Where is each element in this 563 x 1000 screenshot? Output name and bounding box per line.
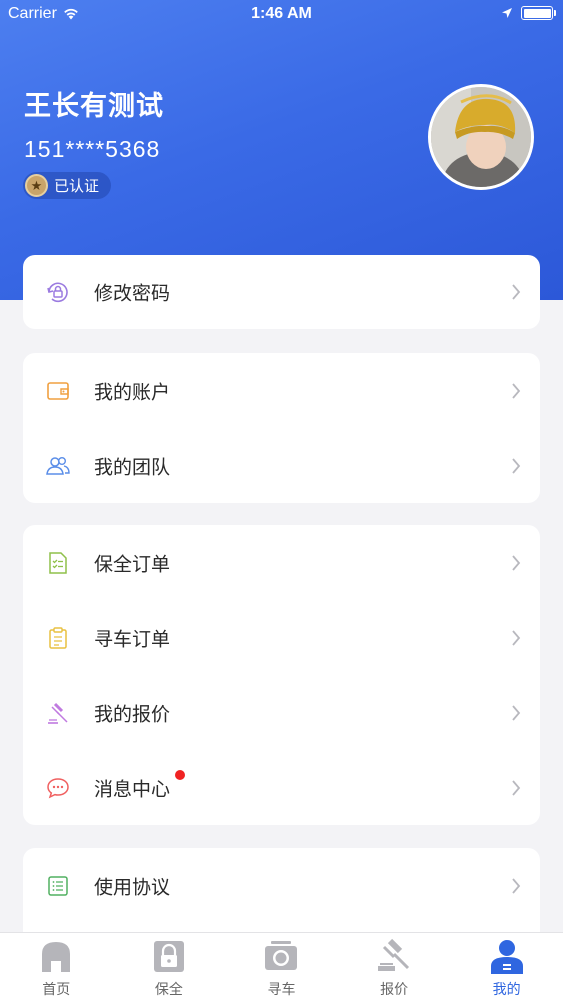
tab-label: 寻车: [267, 981, 296, 997]
chat-bubble-icon: [47, 777, 69, 798]
tab-car-search[interactable]: 寻车: [225, 933, 338, 1000]
avatar[interactable]: [428, 84, 534, 190]
menu-item-user-agreement[interactable]: 使用协议: [23, 848, 540, 923]
medal-icon: ★: [25, 174, 48, 197]
lock-icon: [153, 941, 184, 972]
card-orders: 保全订单 寻车订单 我的报价 消息中心: [23, 525, 540, 825]
menu-item-message-center[interactable]: 消息中心: [23, 750, 540, 825]
menu-item-label: 寻车订单: [94, 629, 171, 650]
tab-home[interactable]: 首页: [0, 933, 113, 1000]
home-icon: [42, 942, 71, 972]
status-time: 1:46 AM: [251, 5, 312, 22]
user-name: 王长有测试: [24, 91, 164, 121]
menu-item-car-search-orders[interactable]: 寻车订单: [23, 600, 540, 675]
clipboard-icon: [49, 626, 67, 649]
person-icon: [490, 940, 523, 974]
gavel-icon: [48, 702, 68, 724]
menu-item-label: 消息中心: [94, 779, 171, 800]
menu-item-label: 我的账户: [94, 382, 171, 403]
user-phone: 151****5368: [24, 136, 161, 162]
menu-item-label: 我的报价: [94, 704, 171, 725]
avatar-photo-icon: [431, 87, 531, 187]
camera-icon: [265, 941, 298, 970]
tab-bar: 首页 保全 寻车 报价 我的: [0, 932, 563, 1000]
menu-item-label: 修改密码: [94, 283, 171, 305]
menu-item-my-account[interactable]: 我的账户: [23, 353, 540, 428]
location-arrow-icon: [502, 8, 512, 18]
agreement-list-icon: [48, 875, 68, 896]
menu-item-label: 使用协议: [94, 877, 171, 898]
card-account: 我的账户 我的团队: [23, 353, 540, 503]
chevron-right-icon: [512, 284, 521, 300]
status-bar: Carrier 1:46 AM: [0, 0, 563, 30]
tab-label: 首页: [42, 981, 71, 997]
team-icon: [46, 456, 70, 475]
tab-label: 保全: [154, 981, 183, 997]
wallet-icon: [47, 381, 69, 400]
chevron-right-icon: [512, 877, 521, 894]
chevron-right-icon: [512, 779, 521, 796]
unread-dot: [175, 770, 185, 780]
tab-label: 报价: [380, 981, 409, 997]
card-security: 修改密码: [23, 255, 540, 329]
tab-preservation[interactable]: 保全: [113, 933, 226, 1000]
tab-label: 我的: [492, 981, 521, 997]
verified-label: 已认证: [54, 178, 100, 195]
chevron-right-icon: [512, 704, 521, 721]
menu-item-my-quotes[interactable]: 我的报价: [23, 675, 540, 750]
chevron-right-icon: [512, 382, 521, 399]
menu-item-my-team[interactable]: 我的团队: [23, 428, 540, 503]
gavel-icon: [378, 938, 410, 971]
chevron-right-icon: [512, 457, 521, 474]
menu-item-preservation-orders[interactable]: 保全订单: [23, 525, 540, 600]
battery-icon: [521, 6, 556, 20]
tab-quote[interactable]: 报价: [338, 933, 451, 1000]
menu-item-change-password[interactable]: 修改密码: [23, 255, 540, 329]
verified-badge: ★ 已认证: [23, 172, 112, 199]
chevron-right-icon: [512, 629, 521, 646]
status-right: [501, 6, 556, 20]
document-list-icon: [49, 551, 67, 574]
chevron-right-icon: [512, 554, 521, 571]
tab-mine[interactable]: 我的: [450, 933, 563, 1000]
lock-refresh-icon: [47, 282, 68, 303]
menu-item-label: 我的团队: [94, 457, 171, 478]
menu-item-label: 保全订单: [94, 554, 171, 575]
